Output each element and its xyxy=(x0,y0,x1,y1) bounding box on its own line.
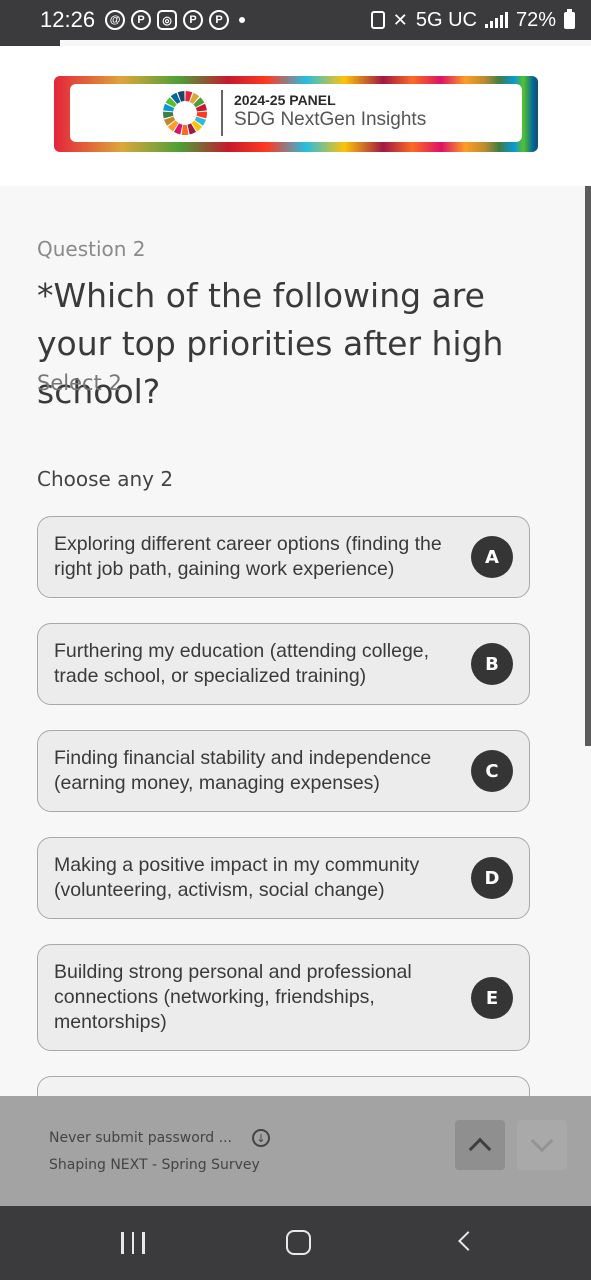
choice-instruction: Choose any 2 xyxy=(37,467,174,491)
logo-divider xyxy=(221,90,223,136)
survey-header: 2024-25 PANEL SDG NextGen Insights xyxy=(0,46,591,186)
option-f-partial[interactable] xyxy=(37,1076,530,1096)
status-time: 12:26 xyxy=(40,7,96,32)
sdg-wheel-icon xyxy=(163,91,207,135)
scrollbar-thumb[interactable] xyxy=(585,186,591,746)
option-b-key: B xyxy=(471,643,513,685)
question-panel: Question 2 *Which of the following are y… xyxy=(0,186,585,1096)
status-bar: 12:26 @ P ◎ P P ✕ 5G UC 72% xyxy=(0,0,591,40)
option-d-key: D xyxy=(471,857,513,899)
option-e[interactable]: Building strong personal and professiona… xyxy=(37,944,530,1051)
password-warning: Never submit password ... ↓ xyxy=(49,1129,270,1147)
pinterest-icon: P xyxy=(209,10,230,30)
logo-inner: 2024-25 PANEL SDG NextGen Insights xyxy=(70,84,522,142)
option-a[interactable]: Exploring different career options (find… xyxy=(37,516,530,598)
recents-button[interactable] xyxy=(121,1232,145,1254)
option-c[interactable]: Finding financial stability and independ… xyxy=(37,730,530,812)
instagram-icon: ◎ xyxy=(157,10,178,30)
more-notifications-dot xyxy=(239,17,246,23)
pinterest-icon: P xyxy=(183,10,204,30)
screen: 12:26 @ P ◎ P P ✕ 5G UC 72% 2024-25 PANE… xyxy=(0,0,591,1280)
option-b[interactable]: Furthering my education (attending colle… xyxy=(37,623,530,705)
logo-subtitle: SDG NextGen Insights xyxy=(234,109,427,130)
panel-logo: 2024-25 PANEL SDG NextGen Insights xyxy=(54,76,538,152)
previous-question-button[interactable] xyxy=(455,1120,505,1170)
option-d-text: Making a positive impact in my community… xyxy=(54,854,420,901)
chevron-up-icon xyxy=(468,1137,492,1161)
signal-icon xyxy=(484,12,508,28)
pinterest-icon: P xyxy=(131,10,152,30)
option-d[interactable]: Making a positive impact in my community… xyxy=(37,837,530,919)
logo-title: 2024-25 PANEL xyxy=(234,92,336,108)
next-question-button[interactable] xyxy=(517,1120,567,1170)
survey-footer: Never submit password ... ↓ Shaping NEXT… xyxy=(0,1096,591,1206)
threads-icon: @ xyxy=(105,10,126,30)
battery-percent: 72% xyxy=(515,8,556,31)
back-button[interactable] xyxy=(458,1231,478,1251)
notification-icons: @ P ◎ P P xyxy=(105,10,230,30)
question-number: Question 2 xyxy=(37,237,146,261)
sim-icon xyxy=(370,11,385,29)
mute-icon: ✕ xyxy=(392,9,408,30)
option-a-key: A xyxy=(471,536,513,578)
option-c-key: C xyxy=(471,750,513,792)
option-a-text: Exploring different career options (find… xyxy=(54,533,442,580)
logo-text: 2024-25 PANEL SDG NextGen Insights xyxy=(234,92,426,131)
system-nav-bar xyxy=(0,1206,591,1280)
sdg-wheel-segment xyxy=(181,124,189,135)
password-warning-text: Never submit password ... xyxy=(49,1130,232,1146)
option-e-key: E xyxy=(471,977,513,1019)
option-e-text: Building strong personal and professiona… xyxy=(54,961,412,1033)
download-icon[interactable]: ↓ xyxy=(251,1129,270,1147)
network-label: 5G UC xyxy=(415,8,477,31)
option-b-text: Furthering my education (attending colle… xyxy=(54,640,430,687)
survey-name: Shaping NEXT - Spring Survey xyxy=(49,1157,260,1173)
chevron-down-icon xyxy=(530,1129,554,1153)
question-hint: Select 2 xyxy=(37,371,122,395)
battery-icon xyxy=(564,8,575,29)
home-button[interactable] xyxy=(286,1230,311,1255)
option-c-text: Finding financial stability and independ… xyxy=(54,747,432,794)
